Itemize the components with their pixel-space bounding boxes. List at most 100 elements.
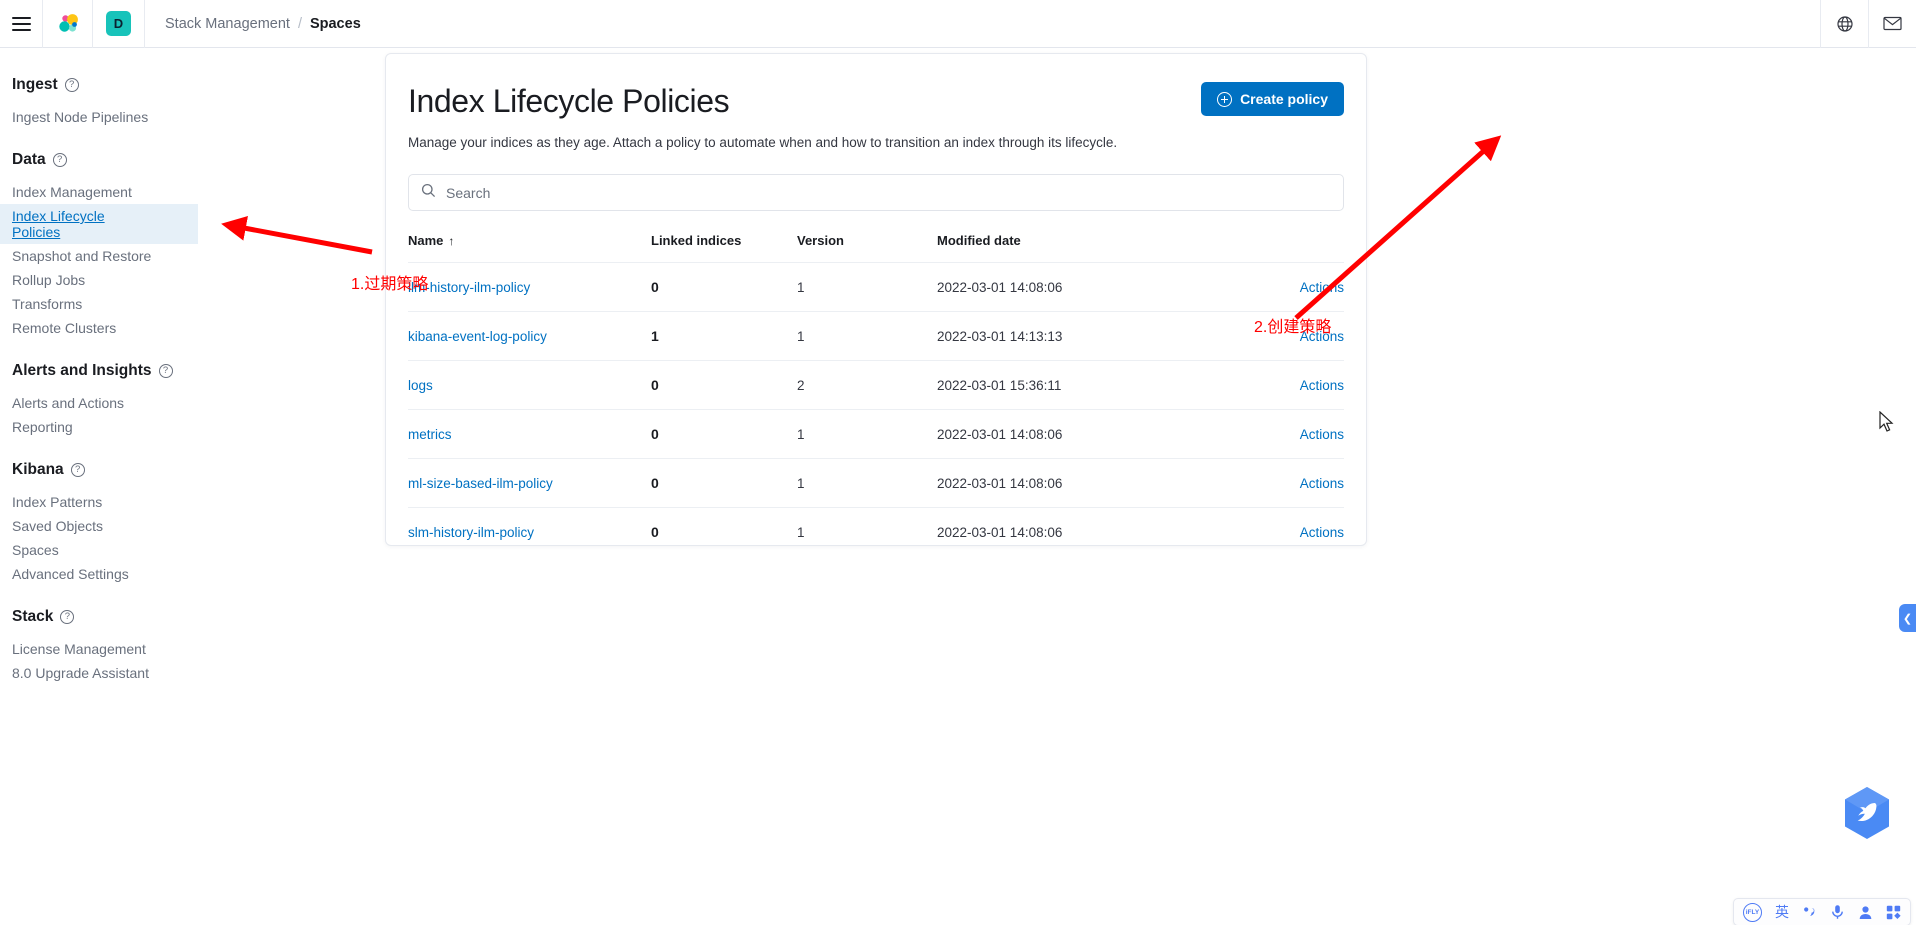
- annotation-label-2: 2.创建策略: [1254, 319, 1332, 336]
- sidebar-item-alerts-and-actions[interactable]: Alerts and Actions: [12, 391, 134, 415]
- page-title: Index Lifecycle Policies: [408, 83, 730, 119]
- modified-date-value: 2022-03-01 14:08:06: [937, 409, 1227, 459]
- hamburger-menu-icon[interactable]: [0, 0, 43, 48]
- sidebar-item-index-lifecycle-policies[interactable]: Index Lifecycle Policies: [0, 204, 198, 244]
- question-mark-icon[interactable]: ?: [64, 78, 79, 92]
- left-sidebar-navigation: Ingest? Ingest Node Pipelines Data? Index M…: [0, 48, 385, 925]
- column-header-name[interactable]: Name ↑: [408, 227, 651, 263]
- elastic-logo-icon[interactable]: [43, 0, 93, 48]
- table-row: metrics 0 1 2022-03-01 14:08:06 Actions: [408, 409, 1344, 459]
- table-header-row: Name ↑ Linked indices Version Modified da…: [408, 227, 1344, 263]
- question-mark-icon[interactable]: ?: [52, 153, 67, 167]
- linked-indices-value: 0: [651, 426, 659, 442]
- top-header-bar: D Stack Management / Spaces: [0, 0, 1916, 48]
- modified-date-value: 2022-03-01 14:08:06: [937, 458, 1227, 508]
- linked-indices-value: 0: [651, 377, 659, 393]
- question-mark-icon[interactable]: ?: [158, 364, 173, 378]
- policy-name-link[interactable]: metrics: [408, 427, 452, 442]
- sidebar-item-reporting[interactable]: Reporting: [12, 415, 83, 439]
- question-mark-icon[interactable]: ?: [70, 463, 85, 477]
- modified-date-value: 2022-03-01 15:36:11: [937, 360, 1227, 410]
- policies-table: Name ↑ Linked indices Version Modified da…: [408, 227, 1344, 556]
- sidebar-item-license-management[interactable]: License Management: [12, 637, 156, 661]
- sidebar-group-title: Data?: [12, 151, 385, 169]
- modified-date-value: 2022-03-01 14:08:06: [937, 262, 1227, 312]
- version-value: 1: [797, 507, 937, 556]
- space-avatar[interactable]: D: [93, 0, 145, 48]
- sidebar-item-advanced-settings[interactable]: Advanced Settings: [12, 562, 139, 586]
- table-row: slm-history-ilm-policy 0 1 2022-03-01 14:08…: [408, 507, 1344, 556]
- sidebar-item-ingest-node-pipelines[interactable]: Ingest Node Pipelines: [12, 105, 158, 129]
- modified-date-value: 2022-03-01 14:08:06: [937, 507, 1227, 556]
- header-actions: [1820, 0, 1916, 48]
- breadcrumb-item-spaces[interactable]: Spaces: [310, 16, 361, 32]
- search-bar[interactable]: [408, 174, 1344, 211]
- row-actions-link[interactable]: Actions: [1300, 525, 1344, 540]
- sidebar-group-label: Data: [12, 151, 46, 168]
- sidebar-group-title: Ingest?: [12, 76, 385, 94]
- table-row: logs 0 2 2022-03-01 15:36:11 Actions: [408, 360, 1344, 410]
- table-row: ml-size-based-ilm-policy 0 1 2022-03-01 14:…: [408, 458, 1344, 508]
- policy-name-link[interactable]: logs: [408, 378, 433, 393]
- language-mode-toggle[interactable]: 英: [1775, 902, 1789, 922]
- bird-hexagon-icon[interactable]: [1843, 786, 1891, 840]
- linked-indices-value: 1: [651, 328, 659, 344]
- breadcrumb-separator: /: [297, 15, 302, 32]
- punctuation-icon[interactable]: [1802, 905, 1817, 920]
- user-icon[interactable]: [1858, 905, 1873, 920]
- question-mark-icon[interactable]: ?: [60, 610, 75, 624]
- sidebar-group-stack: Stack? License Management 8.0 Upgrade Assi…: [12, 608, 385, 685]
- sidebar-item-index-patterns[interactable]: Index Patterns: [12, 490, 112, 514]
- search-icon: [421, 183, 436, 203]
- ifly-logo-icon[interactable]: iFLY: [1743, 902, 1762, 922]
- avatar-letter: D: [106, 11, 131, 36]
- version-value: 1: [797, 262, 937, 312]
- sort-ascending-icon: ↑: [448, 234, 455, 248]
- sidebar-item-spaces[interactable]: Spaces: [12, 538, 69, 562]
- sidebar-item-rollup-jobs[interactable]: Rollup Jobs: [12, 268, 95, 292]
- sidebar-group-label: Stack: [12, 608, 54, 625]
- row-actions-link[interactable]: Actions: [1300, 378, 1344, 393]
- linked-indices-value: 0: [651, 524, 659, 540]
- mouse-cursor: [1879, 411, 1894, 432]
- apps-grid-icon[interactable]: [1886, 905, 1901, 920]
- sidebar-item-snapshot-and-restore[interactable]: Snapshot and Restore: [12, 244, 161, 268]
- row-actions-link[interactable]: Actions: [1300, 280, 1344, 295]
- version-value: 1: [797, 458, 937, 508]
- mail-icon[interactable]: [1868, 0, 1916, 48]
- row-actions-link[interactable]: Actions: [1300, 476, 1344, 491]
- sidebar-group-title: Stack?: [12, 608, 385, 626]
- breadcrumb-item-stack-management[interactable]: Stack Management: [165, 16, 290, 32]
- policy-name-link[interactable]: ml-size-based-ilm-policy: [408, 476, 553, 491]
- version-value: 1: [797, 311, 937, 361]
- column-header-version[interactable]: Version: [797, 227, 937, 263]
- column-header-linked-indices[interactable]: Linked indices: [651, 227, 797, 263]
- version-value: 1: [797, 409, 937, 459]
- sidebar-item-8-0-upgrade-assistant[interactable]: 8.0 Upgrade Assistant: [12, 661, 159, 685]
- policy-name-link[interactable]: slm-history-ilm-policy: [408, 525, 534, 540]
- table-row: kibana-event-log-policy 1 1 2022-03-01 14:1…: [408, 311, 1344, 361]
- sidebar-item-saved-objects[interactable]: Saved Objects: [12, 514, 113, 538]
- create-policy-button[interactable]: Create policy: [1201, 82, 1344, 116]
- sidebar-item-remote-clusters[interactable]: Remote Clusters: [12, 316, 126, 340]
- sidebar-group-title: Alerts and Insights?: [12, 362, 385, 380]
- sidebar-group-kibana: Kibana? Index Patterns Saved Objects Spaces…: [12, 461, 385, 586]
- sidebar-group-label: Ingest: [12, 76, 58, 93]
- panel-collapse-tab[interactable]: ❮: [1899, 604, 1916, 632]
- search-input[interactable]: [446, 184, 1331, 201]
- main-content-panel: Index Lifecycle Policies Manage your ind…: [385, 53, 1367, 556]
- row-actions-link[interactable]: Actions: [1300, 427, 1344, 442]
- linked-indices-value: 0: [651, 279, 659, 295]
- plus-circle-icon: [1217, 91, 1233, 107]
- sidebar-item-index-management[interactable]: Index Management: [12, 180, 142, 204]
- microphone-icon[interactable]: [1830, 904, 1845, 920]
- sidebar-item-transforms[interactable]: Transforms: [12, 292, 92, 316]
- help-globe-icon[interactable]: [1820, 0, 1868, 48]
- sidebar-group-title: Kibana?: [12, 461, 385, 479]
- sidebar-group-label: Kibana: [12, 461, 64, 478]
- column-header-modified-date[interactable]: Modified date: [937, 227, 1227, 263]
- sidebar-group-ingest: Ingest? Ingest Node Pipelines: [12, 76, 385, 129]
- policy-name-link[interactable]: kibana-event-log-policy: [408, 329, 547, 344]
- table-row: ilm-history-ilm-policy 0 1 2022-03-01 14:08…: [408, 262, 1344, 312]
- modified-date-value: 2022-03-01 14:13:13: [937, 311, 1227, 361]
